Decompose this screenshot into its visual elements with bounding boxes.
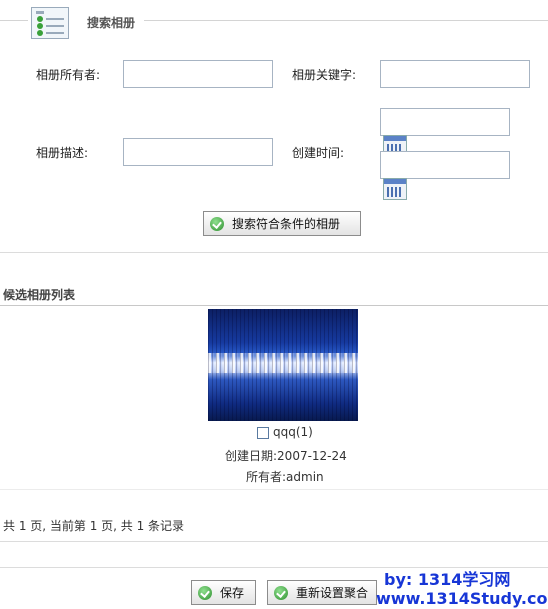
created-from-input[interactable]: [380, 108, 510, 136]
watermark: by: 1314学习网 www.1314Study.com: [376, 570, 548, 608]
divider: [0, 567, 548, 568]
reset-aggregation-button-label: 重新设置聚合: [296, 586, 369, 600]
candidates-title: 候选相册列表: [3, 288, 76, 302]
confirm-icon: [210, 216, 224, 231]
save-button[interactable]: 保存: [191, 580, 256, 605]
keyword-label: 相册关键字:: [292, 68, 357, 82]
search-albums-button-label: 搜索符合条件的相册: [232, 217, 341, 231]
description-label: 相册描述:: [36, 146, 89, 160]
album-list-icon: [31, 7, 69, 39]
album-select-checkbox[interactable]: [257, 427, 269, 439]
description-input[interactable]: [123, 138, 273, 166]
album-created-date: 创建日期:2007-12-24: [225, 449, 347, 463]
divider: [0, 489, 548, 490]
watermark-line-1: by: 1314学习网: [384, 570, 511, 589]
divider: [0, 541, 548, 542]
page-title: 搜索相册: [87, 16, 136, 30]
divider: [0, 252, 548, 253]
keyword-input[interactable]: [380, 60, 530, 88]
album-name: qqq(1): [273, 425, 313, 439]
search-albums-button[interactable]: 搜索符合条件的相册: [203, 211, 361, 236]
refresh-icon: [274, 585, 288, 600]
calendar-to-icon[interactable]: [383, 178, 407, 200]
created-to-input[interactable]: [380, 151, 510, 179]
album-owner: 所有者:admin: [246, 470, 324, 484]
reset-aggregation-button[interactable]: 重新设置聚合: [267, 580, 377, 605]
confirm-icon: [198, 585, 212, 600]
created-time-label: 创建时间:: [292, 146, 345, 160]
header-rule-left: [0, 20, 28, 21]
divider: [0, 305, 548, 306]
owner-label: 相册所有者:: [36, 68, 101, 82]
album-thumbnail[interactable]: [208, 309, 358, 421]
owner-input[interactable]: [123, 60, 273, 88]
save-button-label: 保存: [220, 586, 245, 600]
header-rule-right: [144, 20, 548, 21]
pagination-summary: 共 1 页, 当前第 1 页, 共 1 条记录: [3, 519, 185, 533]
watermark-line-2: www.1314Study.com: [376, 589, 548, 608]
